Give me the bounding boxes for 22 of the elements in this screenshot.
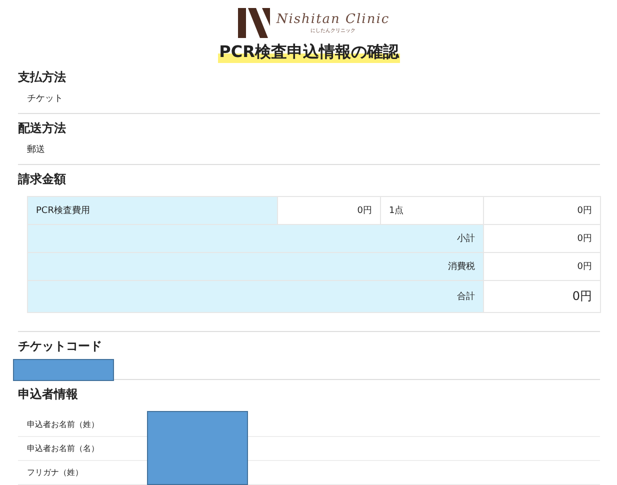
field-label: フリガナ（姓） (27, 467, 83, 478)
total-label-cell: 消費税 (28, 252, 484, 280)
item-name-cell: PCR検査費用 (28, 196, 278, 224)
section-heading: チケットコード (18, 338, 103, 355)
payment-value: チケット (27, 93, 64, 105)
logo-mark-icon (238, 8, 270, 38)
section-heading: 配送方法 (18, 120, 67, 137)
amount-cell: 0円 (484, 252, 600, 280)
section-heading: 申込者情報 (18, 386, 79, 403)
field-label: 申込者お名前（名） (27, 443, 99, 454)
amount-cell: 0円 (484, 196, 600, 224)
section-heading: 支払方法 (18, 69, 67, 86)
price-cell: 0円 (278, 196, 380, 224)
section-heading: 請求金額 (18, 171, 67, 188)
quantity-cell: 1点 (380, 196, 484, 224)
logo-name: Nishitan Clinic (276, 12, 390, 27)
total-label-cell: 合計 (28, 280, 484, 312)
amount-cell: 0円 (484, 280, 600, 312)
field-label: 申込者お名前（姓） (27, 419, 99, 430)
amount-cell: 0円 (484, 224, 600, 252)
total-label-cell: 小計 (28, 224, 484, 252)
delivery-value: 郵送 (27, 144, 46, 156)
